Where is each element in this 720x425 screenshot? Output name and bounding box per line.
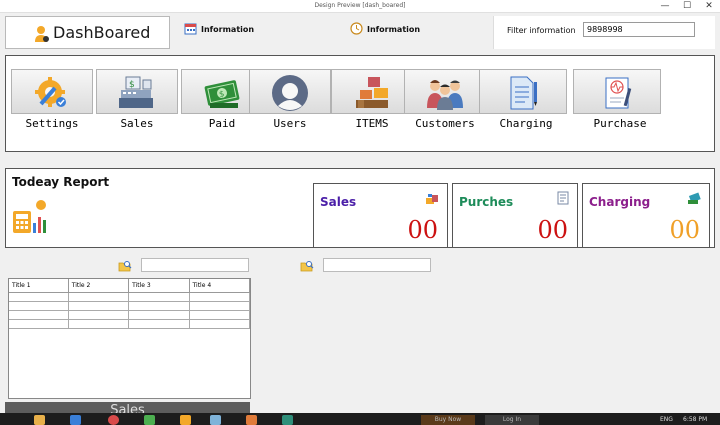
table-header-row: Title 1 Title 2 Title 3 Title 4 — [9, 279, 251, 293]
chrome-icon[interactable] — [108, 415, 119, 425]
sales-card-icon — [425, 190, 439, 209]
table-row[interactable] — [9, 319, 251, 329]
app-icon[interactable] — [180, 415, 191, 425]
column-header[interactable]: Title 1 — [9, 279, 69, 293]
table-cell[interactable] — [9, 319, 69, 329]
table-row[interactable] — [9, 310, 251, 320]
column-header[interactable]: Title 4 — [189, 279, 251, 293]
sales-card[interactable]: Sales 00 — [313, 183, 448, 248]
file-explorer-icon[interactable] — [34, 415, 45, 425]
app-icon[interactable] — [144, 415, 155, 425]
table-cell[interactable] — [128, 319, 190, 329]
menu-sales[interactable]: $ Sales — [96, 69, 178, 131]
table-cell[interactable] — [68, 319, 130, 329]
window-titlebar: Design Preview [dash_boared] — ☐ ✕ — [0, 0, 720, 13]
search-input-right[interactable] — [323, 258, 431, 272]
filter-input[interactable] — [583, 22, 695, 37]
calendar-icon — [184, 22, 197, 37]
search-input-left[interactable] — [141, 258, 249, 272]
table-row[interactable] — [9, 292, 251, 302]
people-group-icon — [427, 80, 463, 110]
card-value: 00 — [407, 216, 438, 244]
table-cell[interactable] — [128, 301, 190, 311]
menu-label: Purchase — [593, 117, 647, 130]
app-brand: DashBoared — [5, 16, 170, 49]
store-icon[interactable] — [70, 415, 81, 425]
menu-label: Charging — [499, 117, 553, 130]
card-value: 00 — [537, 216, 568, 244]
users-tile[interactable] — [249, 69, 331, 114]
table-cell[interactable] — [189, 310, 251, 320]
app-name: DashBoared — [53, 23, 151, 42]
clock[interactable]: 6:58 PM — [683, 416, 707, 423]
app-icon[interactable] — [282, 415, 293, 425]
app-icon[interactable] — [210, 415, 221, 425]
table-cell[interactable] — [68, 301, 130, 311]
app-icon[interactable] — [246, 415, 257, 425]
table-cell[interactable] — [189, 319, 251, 329]
table-row[interactable] — [9, 301, 251, 311]
clock-icon — [350, 22, 363, 37]
table-cell[interactable] — [189, 301, 251, 311]
table-cell[interactable] — [9, 310, 69, 320]
maximize-button[interactable]: ☐ — [676, 0, 698, 13]
report-heading: Todeay Report — [12, 175, 110, 189]
window-title: Design Preview [dash_boared] — [314, 2, 406, 9]
os-taskbar: Buy Now Log In ENG 6:58 PM — [0, 413, 720, 425]
taskbar-button[interactable]: Log In — [485, 415, 539, 425]
purches-card-icon — [557, 190, 569, 209]
taskbar-button[interactable]: Buy Now — [421, 415, 475, 425]
charging-tile[interactable] — [479, 69, 567, 114]
close-button[interactable]: ✕ — [698, 0, 720, 13]
table-cell[interactable] — [189, 292, 251, 302]
document-charging-icon — [510, 76, 537, 110]
table-cell[interactable] — [9, 301, 69, 311]
settings-tile[interactable] — [11, 69, 93, 114]
minimize-button[interactable]: — — [654, 0, 676, 13]
user-logo-icon — [34, 25, 50, 47]
purches-card[interactable]: Purches 00 — [452, 183, 578, 248]
column-header[interactable]: Title 3 — [128, 279, 190, 293]
svg-text:$: $ — [129, 80, 135, 90]
menu-charging[interactable]: Charging — [479, 69, 567, 131]
filter-label: Filter information — [507, 26, 576, 35]
search-folder-icon[interactable] — [118, 258, 132, 277]
table-cell[interactable] — [9, 292, 69, 302]
filter-panel: Filter information — [493, 16, 715, 49]
table-cell[interactable] — [68, 292, 130, 302]
charging-card-icon — [687, 190, 701, 209]
language-indicator[interactable]: ENG — [660, 416, 673, 423]
card-name: Charging — [589, 195, 651, 209]
user-silhouette-icon — [272, 75, 308, 111]
menu-settings[interactable]: Settings — [11, 69, 93, 131]
items-tile[interactable] — [331, 69, 413, 114]
column-header[interactable]: Title 2 — [68, 279, 130, 293]
purchase-tile[interactable] — [573, 69, 661, 114]
card-name: Purches — [459, 195, 514, 209]
cash-register-icon: $ — [119, 76, 153, 108]
money-bill-icon: $ — [204, 80, 240, 108]
charging-card[interactable]: Charging 00 — [582, 183, 710, 248]
boxes-icon — [356, 77, 388, 108]
info-label: Information — [201, 25, 255, 34]
calculator-chart-icon — [11, 199, 49, 241]
data-table: Title 1 Title 2 Title 3 Title 4 — [9, 279, 251, 329]
purchase-receipt-icon — [605, 77, 632, 109]
menu-purchase[interactable]: Purchase — [573, 69, 661, 131]
info-label: Information — [367, 25, 421, 34]
card-name: Sales — [320, 195, 357, 209]
customers-tile[interactable] — [404, 69, 486, 114]
search-folder-icon[interactable] — [300, 258, 314, 277]
sales-tile[interactable]: $ — [96, 69, 178, 114]
settings-gear-icon — [35, 77, 66, 107]
table-cell[interactable] — [68, 310, 130, 320]
data-table-panel: Title 1 Title 2 Title 3 Title 4 — [8, 278, 251, 399]
table-cell[interactable] — [128, 310, 190, 320]
card-value: 00 — [669, 216, 700, 244]
table-cell[interactable] — [128, 292, 190, 302]
